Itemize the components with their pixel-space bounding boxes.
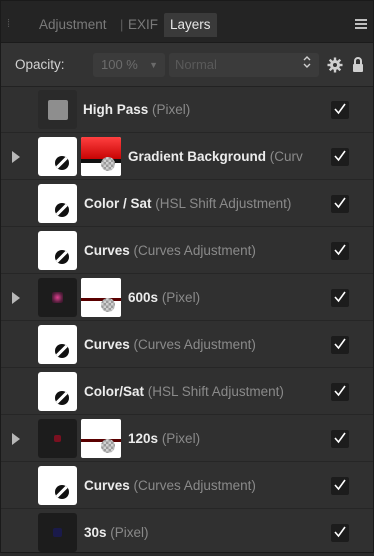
chevron-down-icon: ▼ (149, 60, 158, 70)
tab-adjustment[interactable]: Adjustment (39, 13, 107, 37)
grip-icon[interactable]: ⁞ (7, 15, 13, 33)
visibility-checkbox[interactable] (331, 289, 349, 307)
tab-exif[interactable]: EXIF (128, 13, 158, 37)
layers-list: High Pass (Pixel) Gradient Background (C… (1, 87, 373, 552)
panel-tab-bar: ⁞ Adjustment | EXIF Layers (1, 1, 373, 43)
adjustment-icon (55, 203, 69, 217)
layer-thumbnail (38, 137, 77, 176)
visibility-checkbox[interactable] (331, 477, 349, 495)
adjustment-icon (55, 344, 69, 358)
layer-thumbnail (38, 325, 77, 364)
layer-thumbnail (38, 419, 77, 458)
layer-label: 30s (Pixel) (84, 525, 149, 540)
visibility-checkbox[interactable] (331, 430, 349, 448)
layer-label: High Pass (Pixel) (83, 102, 191, 117)
layer-thumbnail (38, 513, 77, 552)
visibility-checkbox[interactable] (331, 242, 349, 260)
layer-label: Curves (Curves Adjustment) (84, 337, 256, 352)
opacity-dropdown[interactable]: 100 % ▼ (93, 53, 165, 77)
layer-row[interactable]: 600s (Pixel) (1, 275, 373, 321)
visibility-checkbox[interactable] (331, 336, 349, 354)
layer-row[interactable]: 30s (Pixel) (1, 510, 373, 556)
blend-mode-select[interactable]: Normal (169, 53, 319, 77)
adjustment-icon (55, 156, 69, 170)
layer-label: Gradient Background (Curv (128, 149, 303, 164)
visibility-checkbox[interactable] (331, 195, 349, 213)
gear-icon[interactable] (327, 57, 343, 73)
layer-row[interactable]: Curves (Curves Adjustment) (1, 463, 373, 509)
adjustment-icon (55, 250, 69, 264)
blend-mode-value: Normal (175, 57, 217, 72)
layers-panel: ⁞ Adjustment | EXIF Layers Opacity: 100 … (0, 0, 374, 553)
mask-thumbnail (81, 278, 121, 317)
layer-thumbnail (38, 231, 77, 270)
layer-thumbnail (38, 278, 77, 317)
tab-separator: | (120, 17, 124, 32)
tab-layers[interactable]: Layers (164, 13, 217, 37)
opacity-value: 100 % (101, 57, 138, 72)
layer-thumbnail (38, 372, 77, 411)
layer-row[interactable]: High Pass (Pixel) (1, 87, 373, 133)
layer-thumbnail (38, 184, 77, 223)
visibility-checkbox[interactable] (331, 101, 349, 119)
layer-options-bar: Opacity: 100 % ▼ Normal (1, 43, 373, 87)
layer-row[interactable]: Curves (Curves Adjustment) (1, 322, 373, 368)
layer-label: 600s (Pixel) (128, 290, 201, 305)
layer-row[interactable]: Color / Sat (HSL Shift Adjustment) (1, 181, 373, 227)
mask-thumbnail (81, 137, 121, 176)
opacity-label: Opacity: (15, 57, 65, 72)
layer-row[interactable]: Gradient Background (Curv (1, 134, 373, 180)
panel-menu-icon[interactable] (355, 19, 367, 29)
adjustment-icon (55, 391, 69, 405)
stepper-icon (303, 53, 311, 77)
layer-row[interactable]: Color/Sat (HSL Shift Adjustment) (1, 369, 373, 415)
layer-label: Curves (Curves Adjustment) (84, 243, 256, 258)
layer-thumbnail (38, 90, 77, 129)
layer-label: Color / Sat (HSL Shift Adjustment) (84, 196, 292, 211)
lock-icon[interactable] (352, 56, 364, 73)
layer-thumbnail (38, 466, 77, 505)
layer-row[interactable]: Curves (Curves Adjustment) (1, 228, 373, 274)
expand-arrow-icon[interactable] (12, 151, 20, 163)
adjustment-icon (55, 485, 69, 499)
layer-label: Curves (Curves Adjustment) (84, 478, 256, 493)
visibility-checkbox[interactable] (331, 148, 349, 166)
mask-thumbnail (81, 419, 121, 458)
visibility-checkbox[interactable] (331, 383, 349, 401)
visibility-checkbox[interactable] (331, 524, 349, 542)
layer-row[interactable]: 120s (Pixel) (1, 416, 373, 462)
layer-label: 120s (Pixel) (128, 431, 201, 446)
expand-arrow-icon[interactable] (12, 433, 20, 445)
layer-label: Color/Sat (HSL Shift Adjustment) (84, 384, 284, 399)
expand-arrow-icon[interactable] (12, 292, 20, 304)
